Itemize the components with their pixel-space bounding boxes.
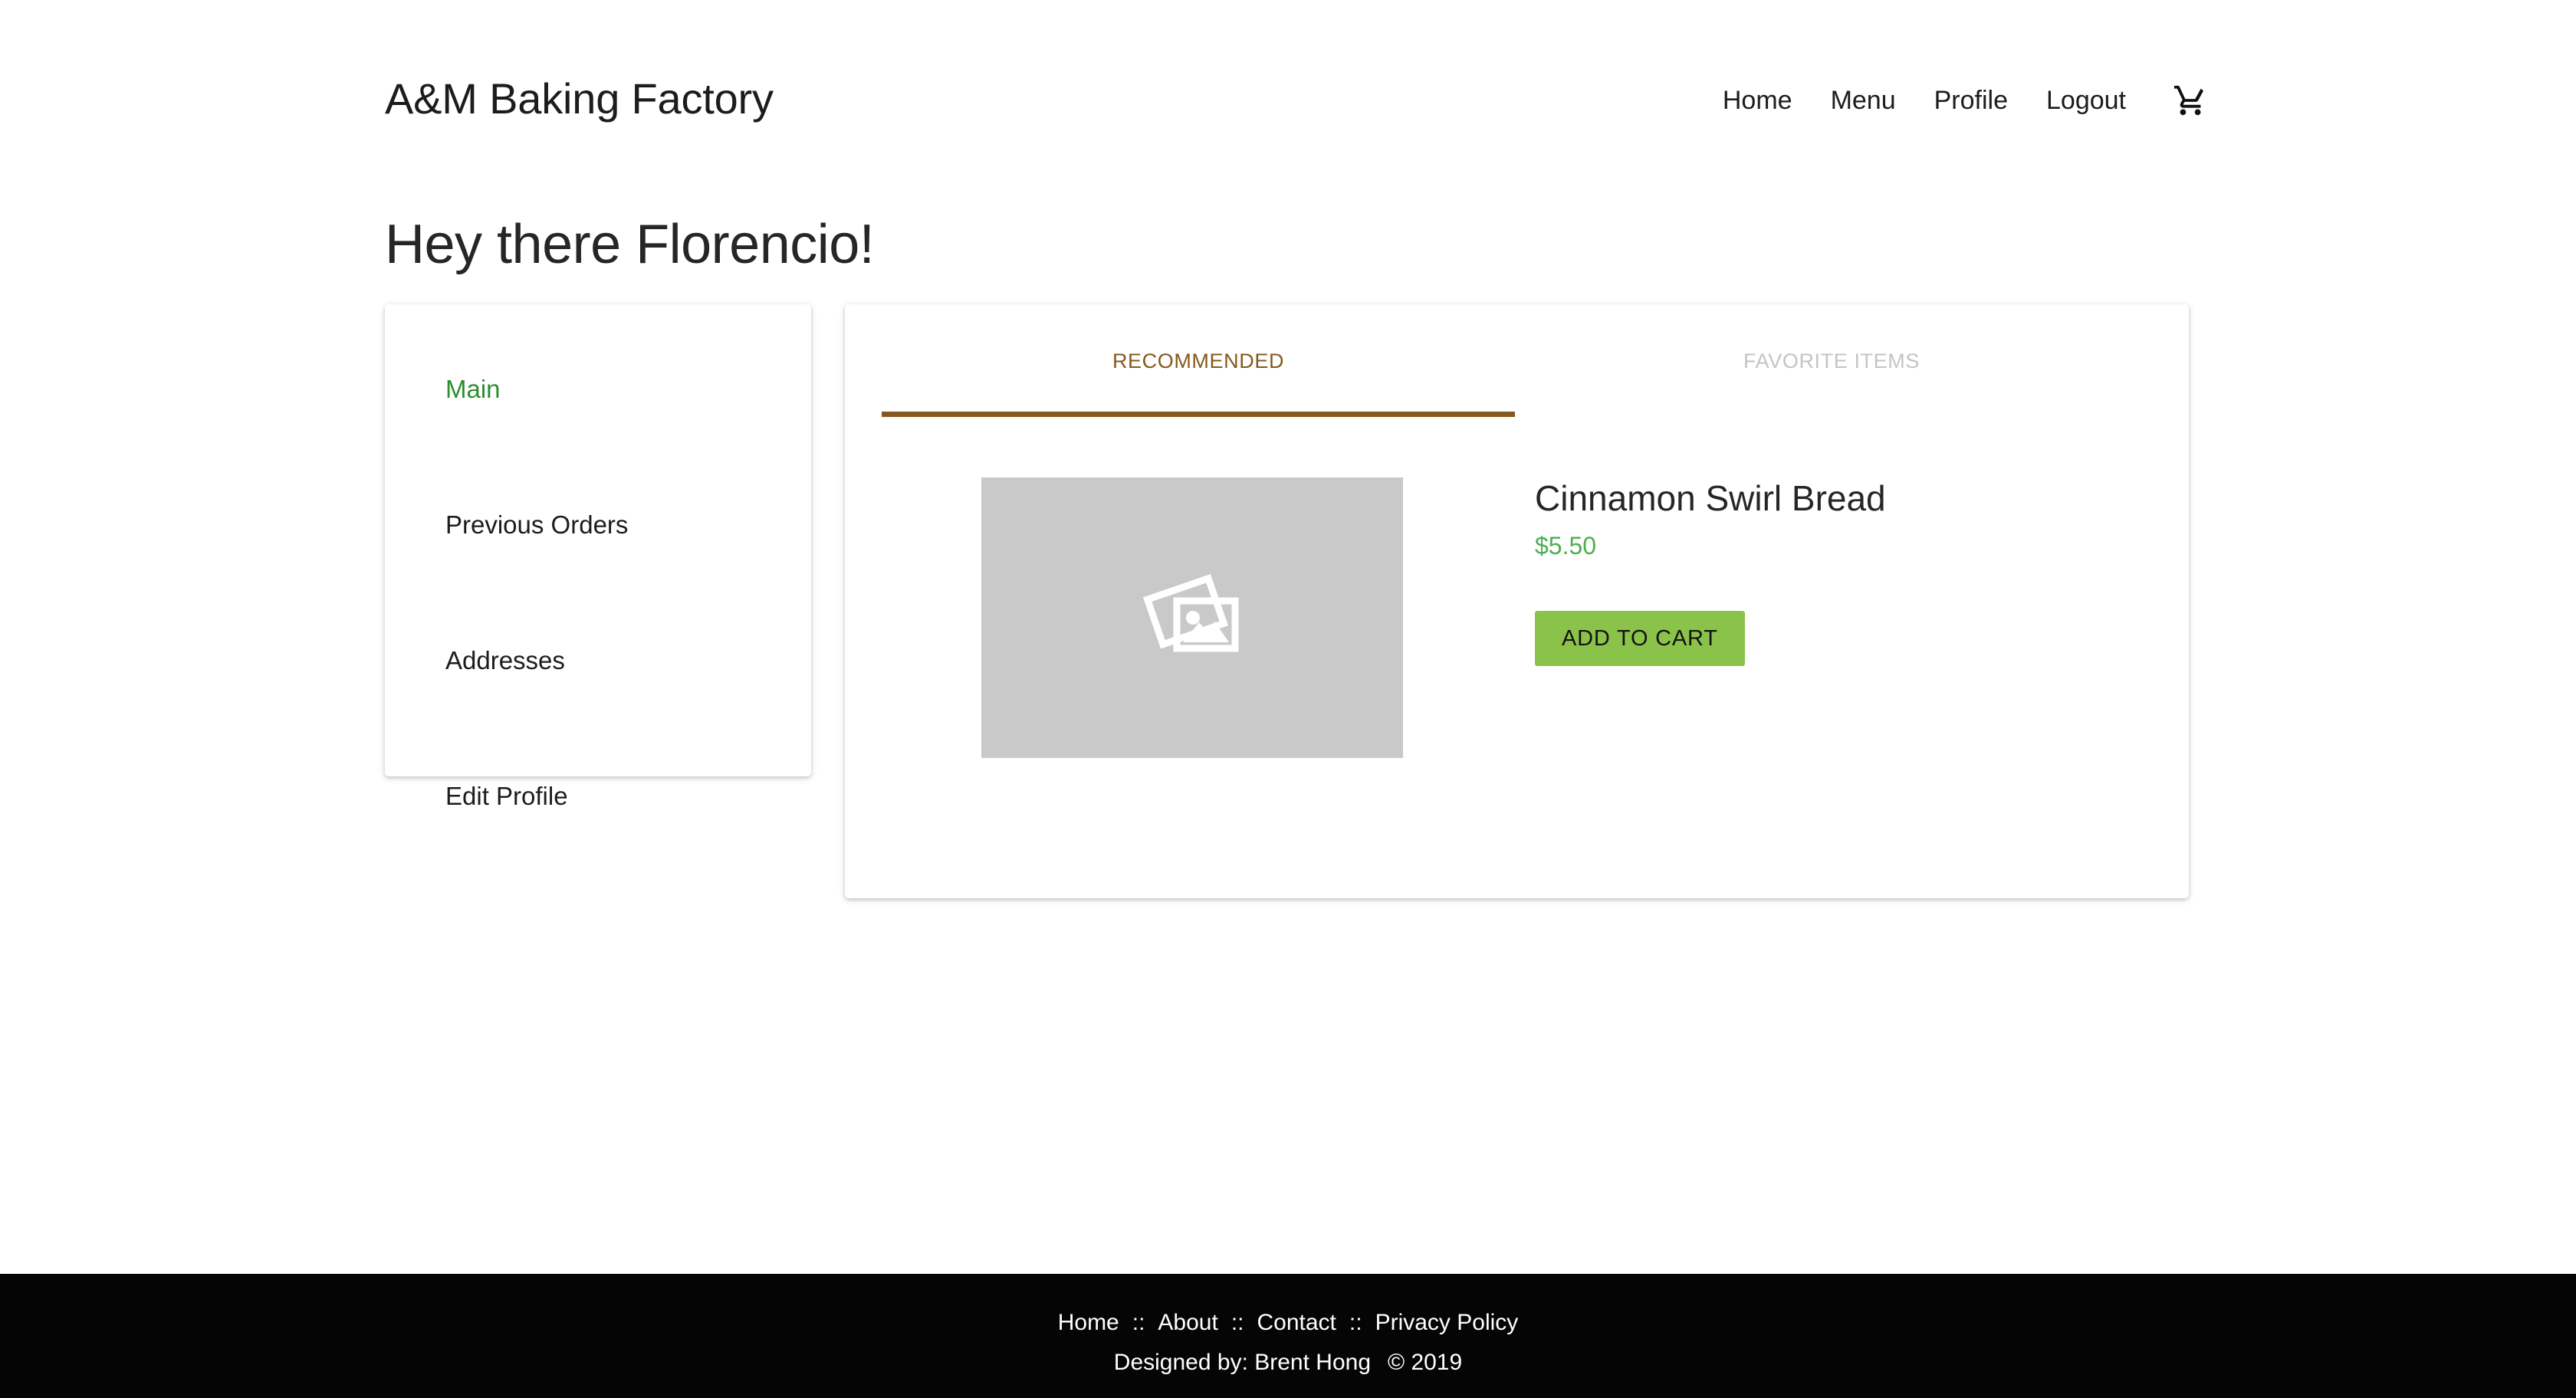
nav-link-menu[interactable]: Menu bbox=[1812, 86, 1915, 116]
site-footer: Home :: About :: Contact :: Privacy Poli… bbox=[0, 1274, 2576, 1398]
account-sidebar-card: Main Previous Orders Addresses Edit Prof… bbox=[385, 304, 811, 810]
footer-link-privacy-policy[interactable]: Privacy Policy bbox=[1375, 1310, 1519, 1336]
product-price: $5.50 bbox=[1535, 532, 1597, 560]
sidebar-menu: Main Previous Orders Addresses Edit Prof… bbox=[385, 339, 811, 847]
tab-bar: RECOMMENDED FAVORITE ITEMS bbox=[845, 304, 2189, 418]
active-tab-indicator bbox=[882, 412, 1515, 417]
footer-separator: :: bbox=[1132, 1310, 1145, 1335]
image-placeholder-icon bbox=[1142, 573, 1241, 663]
product-title: Cinnamon Swirl Bread bbox=[1535, 478, 1886, 518]
list-item: Edit Profile bbox=[385, 746, 811, 847]
product-details: Cinnamon Swirl Bread $5.50 ADD TO CART bbox=[1535, 477, 2148, 667]
footer-link-about[interactable]: About bbox=[1158, 1310, 1217, 1336]
nav-link-profile[interactable]: Profile bbox=[1915, 86, 2027, 116]
footer-navigation: Home :: About :: Contact :: Privacy Poli… bbox=[0, 1274, 2576, 1336]
list-item: Main bbox=[385, 339, 811, 440]
footer-copyright: © 2019 bbox=[1388, 1350, 1463, 1375]
tab-recommended[interactable]: RECOMMENDED bbox=[882, 304, 1515, 418]
footer-separator: :: bbox=[1230, 1310, 1244, 1335]
main-navigation: Home Menu Profile Logout bbox=[1704, 83, 2208, 118]
footer-link-home[interactable]: Home bbox=[1058, 1310, 1119, 1336]
nav-link-logout[interactable]: Logout bbox=[2027, 86, 2145, 116]
footer-credit: Designed by: Brent Hong © 2019 bbox=[0, 1350, 2576, 1376]
footer-separator: :: bbox=[1349, 1310, 1362, 1335]
brand-title: A&M Baking Factory bbox=[385, 74, 774, 123]
page-title: Hey there Florencio! bbox=[385, 214, 875, 276]
sidebar-item-addresses[interactable]: Addresses bbox=[385, 610, 811, 711]
sidebar-item-previous-orders[interactable]: Previous Orders bbox=[385, 474, 811, 576]
add-to-cart-button[interactable]: ADD TO CART bbox=[1535, 611, 1745, 667]
main-content-card: RECOMMENDED FAVORITE ITEMS Cinnamon Swir… bbox=[845, 304, 2189, 898]
site-header: A&M Baking Factory Home Menu Profile Log… bbox=[0, 0, 2576, 153]
sidebar-item-edit-profile[interactable]: Edit Profile bbox=[385, 746, 811, 847]
footer-link-contact[interactable]: Contact bbox=[1257, 1310, 1336, 1336]
list-item: Previous Orders bbox=[385, 474, 811, 576]
sidebar-item-main[interactable]: Main bbox=[385, 339, 811, 440]
shopping-cart-icon[interactable] bbox=[2173, 83, 2208, 118]
footer-designer: Designed by: Brent Hong bbox=[1113, 1350, 1371, 1375]
product-image-placeholder bbox=[981, 477, 1403, 758]
nav-link-home[interactable]: Home bbox=[1704, 86, 1812, 116]
tab-favorite-items[interactable]: FAVORITE ITEMS bbox=[1515, 304, 2148, 418]
list-item: Addresses bbox=[385, 610, 811, 711]
